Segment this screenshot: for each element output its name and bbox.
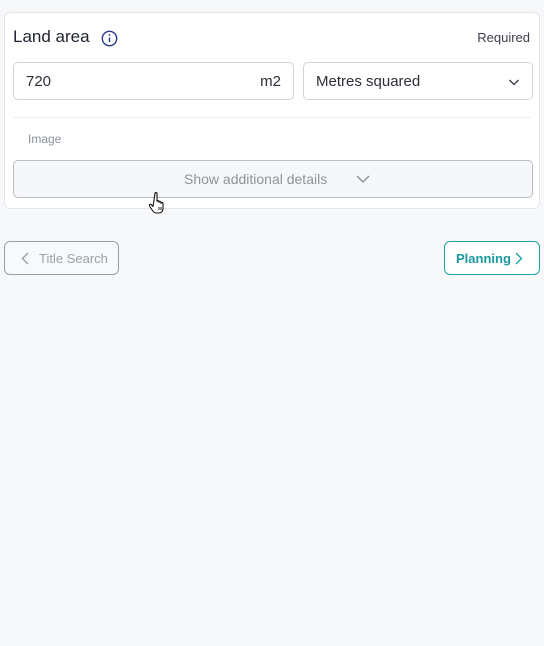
back-button-label: Title Search — [39, 251, 108, 266]
details-button-label: Show additional details — [184, 171, 328, 187]
unit-select-value: Metres squared — [316, 73, 421, 90]
divider — [13, 117, 531, 118]
chevron-left-icon — [21, 252, 29, 265]
show-additional-details-button[interactable]: Show additional details — [13, 160, 533, 198]
field-title: Land area — [13, 27, 90, 46]
land-area-card: Land area Required 720 m2 Metres squared… — [4, 12, 540, 214]
info-circle-icon[interactable] — [101, 30, 118, 47]
chevron-down-icon — [356, 175, 370, 184]
next-button-label: Planning — [456, 251, 511, 266]
required-label: Required — [477, 30, 530, 45]
land-area-value: 720 — [26, 73, 52, 90]
land-area-input[interactable]: 720 m2 — [13, 62, 294, 100]
back-button[interactable]: Title Search — [4, 241, 119, 275]
hand-cursor-icon — [149, 192, 164, 214]
image-label: Image — [28, 132, 62, 146]
next-button[interactable]: Planning — [444, 241, 540, 275]
chevron-right-icon — [515, 252, 523, 265]
unit-suffix: m2 — [260, 73, 281, 90]
unit-select[interactable]: Metres squared — [303, 62, 533, 100]
chevron-down-icon — [509, 79, 519, 86]
